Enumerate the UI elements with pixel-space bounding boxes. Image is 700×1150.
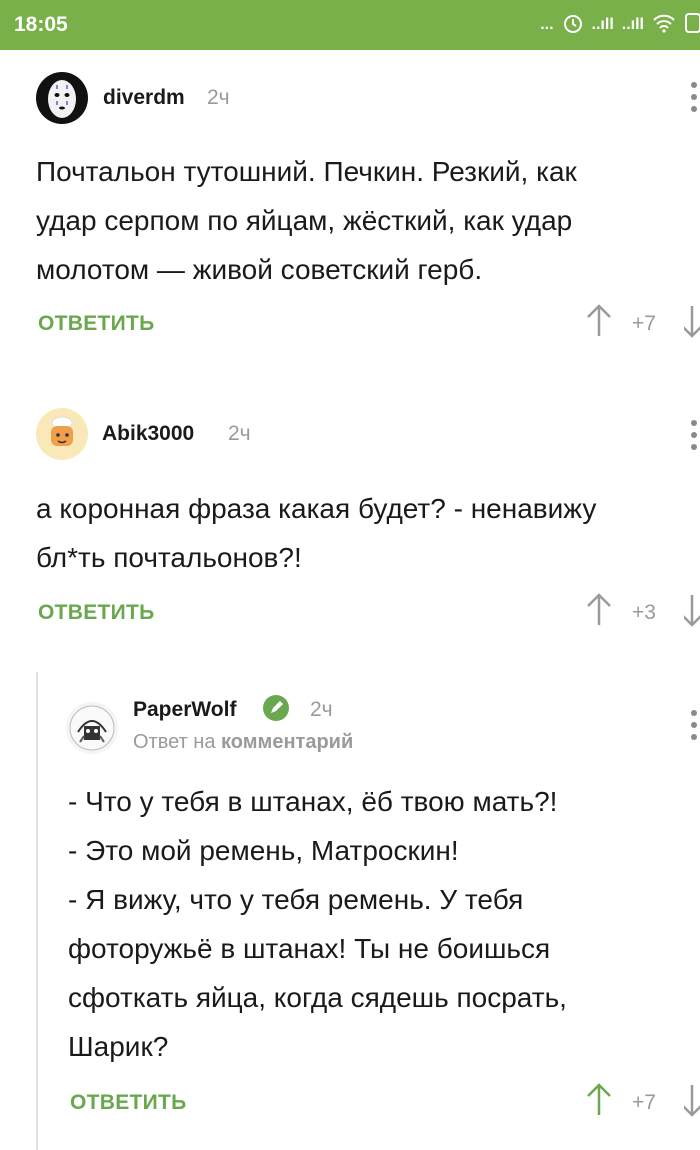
more-menu-icon[interactable] [689, 710, 699, 746]
upvote-arrow-icon[interactable] [586, 303, 612, 342]
avatar[interactable] [36, 408, 88, 460]
comment-text: Почтальон тутошний. Печкин. Резкий, как … [36, 156, 577, 285]
comment-time: 2ч [207, 86, 230, 109]
chef-avatar-icon [51, 416, 73, 446]
downvote-arrow-icon[interactable] [680, 594, 700, 633]
username[interactable]: PaperWolf [133, 698, 236, 722]
avatar[interactable] [36, 72, 88, 124]
comment-time: 2ч [228, 422, 251, 445]
reply-button[interactable]: ОТВЕТИТЬ [70, 1091, 187, 1115]
rating-count: +7 [632, 312, 656, 335]
notification-dots-icon: ... [540, 16, 554, 33]
wifi-icon [652, 13, 676, 38]
alarm-icon [562, 12, 584, 39]
status-bar: 18:05 ... ..ıll ..ıll [0, 0, 700, 50]
wolf-avatar-icon [69, 705, 115, 751]
username[interactable]: Abik3000 [102, 422, 194, 446]
comment-text: а коронная фраза какая будет? - ненавижу… [36, 493, 597, 573]
comment-2: Abik3000 2ч а коронная фраза какая будет… [0, 380, 700, 670]
more-menu-icon[interactable] [689, 420, 699, 456]
comment-text: - Что у тебя в штанах, ёб твою мать?! - … [68, 786, 567, 1062]
reply-to-link[interactable]: комментарий [221, 731, 353, 753]
reply-to-line: Ответ на комментарий [133, 731, 353, 754]
no-face-mask-icon [48, 80, 76, 118]
status-time: 18:05 [14, 13, 68, 36]
reply-to-prefix: Ответ на [133, 731, 216, 753]
comment-3: PaperWolf 2ч Ответ на комментарий - Что … [0, 670, 700, 1150]
reply-button[interactable]: ОТВЕТИТЬ [38, 601, 155, 625]
upvote-arrow-icon[interactable] [586, 592, 612, 631]
avatar[interactable] [66, 702, 118, 754]
signal-icon: ..ıll [591, 16, 614, 33]
verified-pencil-icon [262, 694, 290, 727]
downvote-arrow-icon[interactable] [680, 1084, 700, 1123]
rating-count: +3 [632, 601, 656, 624]
battery-icon [684, 12, 700, 39]
more-menu-icon[interactable] [689, 82, 699, 118]
downvote-arrow-icon[interactable] [680, 305, 700, 344]
reply-button[interactable]: ОТВЕТИТЬ [38, 312, 155, 336]
rating-count: +7 [632, 1091, 656, 1114]
comment-1: diverdm 2ч Почтальон тутошний. Печкин. Р… [0, 50, 700, 380]
status-icons: ... ..ıll ..ıll [540, 10, 700, 40]
username[interactable]: diverdm [103, 86, 185, 110]
comment-time: 2ч [310, 698, 333, 721]
upvote-arrow-icon[interactable] [586, 1082, 612, 1121]
signal-icon-2: ..ıll [621, 16, 644, 33]
